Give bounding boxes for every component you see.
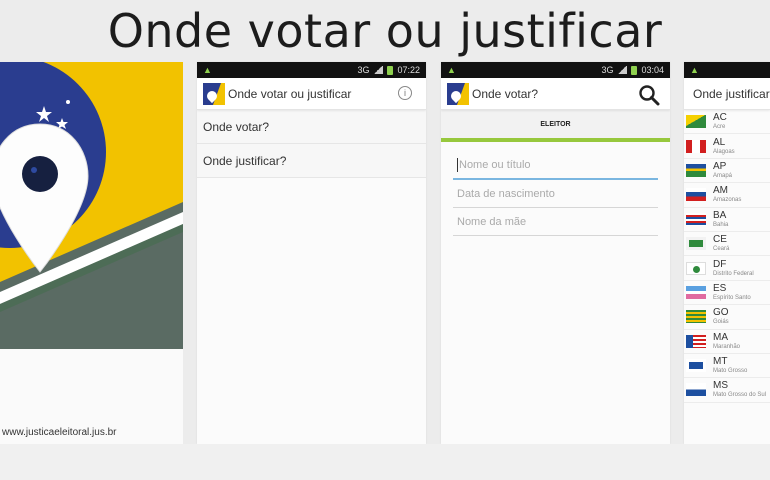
- state-text: BA Bahia: [713, 209, 729, 228]
- menu-item-onde-justificar[interactable]: Onde justificar?: [197, 144, 426, 178]
- state-flag-icon: [686, 237, 706, 251]
- birth-date-field[interactable]: Data de nascimento: [453, 180, 658, 208]
- state-flag-icon: [686, 285, 706, 299]
- status-bar: ▲: [684, 62, 770, 78]
- state-item-mt[interactable]: MT Mato Grosso: [684, 354, 770, 379]
- state-flag-icon: [686, 261, 706, 275]
- network-label: 3G: [357, 65, 370, 75]
- state-flag-icon: [686, 334, 706, 348]
- state-code: MS: [713, 380, 728, 392]
- state-code: DF: [713, 258, 727, 270]
- state-text: AL Alagoas: [713, 136, 735, 155]
- state-code: MT: [713, 356, 728, 368]
- state-item-df[interactable]: DF Distrito Federal: [684, 256, 770, 281]
- app-logo-icon: [447, 82, 469, 105]
- notification-icon: ▲: [447, 65, 456, 75]
- state-code: AL: [713, 136, 726, 148]
- state-name: Acre: [713, 124, 726, 131]
- state-item-ce[interactable]: CE Ceará: [684, 232, 770, 257]
- state-item-ms[interactable]: MS Mato Grosso do Sul: [684, 378, 770, 403]
- state-code: ES: [713, 282, 727, 294]
- brazil-flag-artwork: [0, 62, 183, 349]
- state-code: AP: [713, 160, 727, 172]
- state-name: Amazonas: [713, 197, 742, 204]
- state-text: AM Amazonas: [713, 185, 742, 204]
- state-flag-icon: [686, 188, 706, 202]
- state-list: AC Acre AL Alagoas AP Amapá AM Amazonas BA Bahia C…: [684, 110, 770, 403]
- notification-icon: ▲: [690, 65, 699, 75]
- status-bar: ▲ 3G 07:22: [197, 62, 426, 78]
- state-item-ap[interactable]: AP Amapá: [684, 159, 770, 184]
- status-time: 07:22: [397, 65, 420, 75]
- app-bar: Onde votar?: [441, 78, 670, 110]
- search-icon[interactable]: [638, 84, 660, 106]
- headline-title: Onde votar ou justificar: [107, 4, 663, 58]
- name-or-title-field[interactable]: Nome ou título: [453, 152, 658, 180]
- state-item-ac[interactable]: AC Acre: [684, 110, 770, 135]
- notification-icon: ▲: [203, 65, 212, 75]
- tab-eleitor[interactable]: ELEITOR: [441, 110, 670, 142]
- app-bar: Onde justificar?: [684, 78, 770, 110]
- app-bar: Onde votar ou justificar i: [197, 78, 426, 110]
- state-name: Amapá: [713, 172, 733, 179]
- state-text: MA Maranhão: [713, 331, 741, 350]
- state-name: Goiás: [713, 319, 729, 326]
- state-text: GO Goiás: [713, 307, 729, 326]
- network-label: 3G: [601, 65, 614, 75]
- state-flag-icon: [686, 139, 706, 153]
- state-text: CE Ceará: [713, 234, 730, 253]
- signal-icon: [373, 66, 384, 74]
- state-flag-icon: [686, 359, 706, 373]
- state-text: MT Mato Grosso: [713, 356, 748, 375]
- state-item-am[interactable]: AM Amazonas: [684, 183, 770, 208]
- phone-onde-votar: ▲ 3G 03:04 Onde votar? ELEITOR Nome ou t…: [441, 62, 670, 444]
- state-item-es[interactable]: ES Espírito Santo: [684, 281, 770, 306]
- state-item-ma[interactable]: MA Maranhão: [684, 330, 770, 354]
- state-name: Espírito Santo: [713, 294, 751, 301]
- menu-item-onde-votar[interactable]: Onde votar?: [197, 110, 426, 144]
- state-name: Mato Grosso: [713, 368, 748, 375]
- state-code: AM: [713, 185, 728, 197]
- state-name: Ceará: [713, 246, 730, 253]
- splash-screen: www.justicaeleitoral.jus.br: [0, 62, 183, 444]
- state-flag-icon: [686, 115, 706, 129]
- state-name: Maranhão: [713, 343, 741, 350]
- state-code: CE: [713, 234, 727, 246]
- state-flag-icon: [686, 163, 706, 177]
- status-bar: ▲ 3G 03:04: [441, 62, 670, 78]
- state-text: MS Mato Grosso do Sul: [713, 380, 767, 399]
- status-time: 03:04: [641, 65, 664, 75]
- mother-name-field[interactable]: Nome da mãe: [453, 208, 658, 236]
- phone-main-menu: ▲ 3G 07:22 Onde votar ou justificar i On…: [197, 62, 426, 444]
- app-title: Onde votar ou justificar: [228, 86, 352, 101]
- state-flag-icon: [686, 212, 706, 226]
- state-code: BA: [713, 209, 727, 221]
- phone-state-list: ▲ Onde justificar? AC Acre AL Alagoas AP Amap…: [684, 62, 770, 444]
- battery-icon: [387, 65, 394, 75]
- website-url[interactable]: www.justicaeleitoral.jus.br: [2, 427, 117, 438]
- battery-icon: [631, 65, 638, 75]
- state-text: AP Amapá: [713, 160, 733, 179]
- state-flag-icon: [686, 383, 706, 397]
- state-item-al[interactable]: AL Alagoas: [684, 134, 770, 159]
- state-code: GO: [713, 307, 729, 319]
- app-logo-icon: [203, 82, 225, 105]
- signal-icon: [617, 66, 628, 74]
- state-name: Mato Grosso do Sul: [713, 392, 767, 399]
- state-text: DF Distrito Federal: [713, 258, 754, 277]
- app-title: Onde justificar?: [693, 86, 770, 101]
- app-title: Onde votar?: [472, 86, 539, 101]
- state-name: Bahia: [713, 221, 729, 228]
- state-item-go[interactable]: GO Goiás: [684, 305, 770, 330]
- state-code: AC: [713, 112, 727, 124]
- state-name: Distrito Federal: [713, 270, 754, 277]
- state-text: AC Acre: [713, 112, 727, 131]
- state-flag-icon: [686, 310, 706, 324]
- state-text: ES Espírito Santo: [713, 282, 751, 301]
- info-icon[interactable]: i: [398, 86, 412, 100]
- state-code: MA: [713, 331, 728, 343]
- bottom-strip: [0, 444, 770, 480]
- state-name: Alagoas: [713, 148, 735, 155]
- state-item-ba[interactable]: BA Bahia: [684, 208, 770, 232]
